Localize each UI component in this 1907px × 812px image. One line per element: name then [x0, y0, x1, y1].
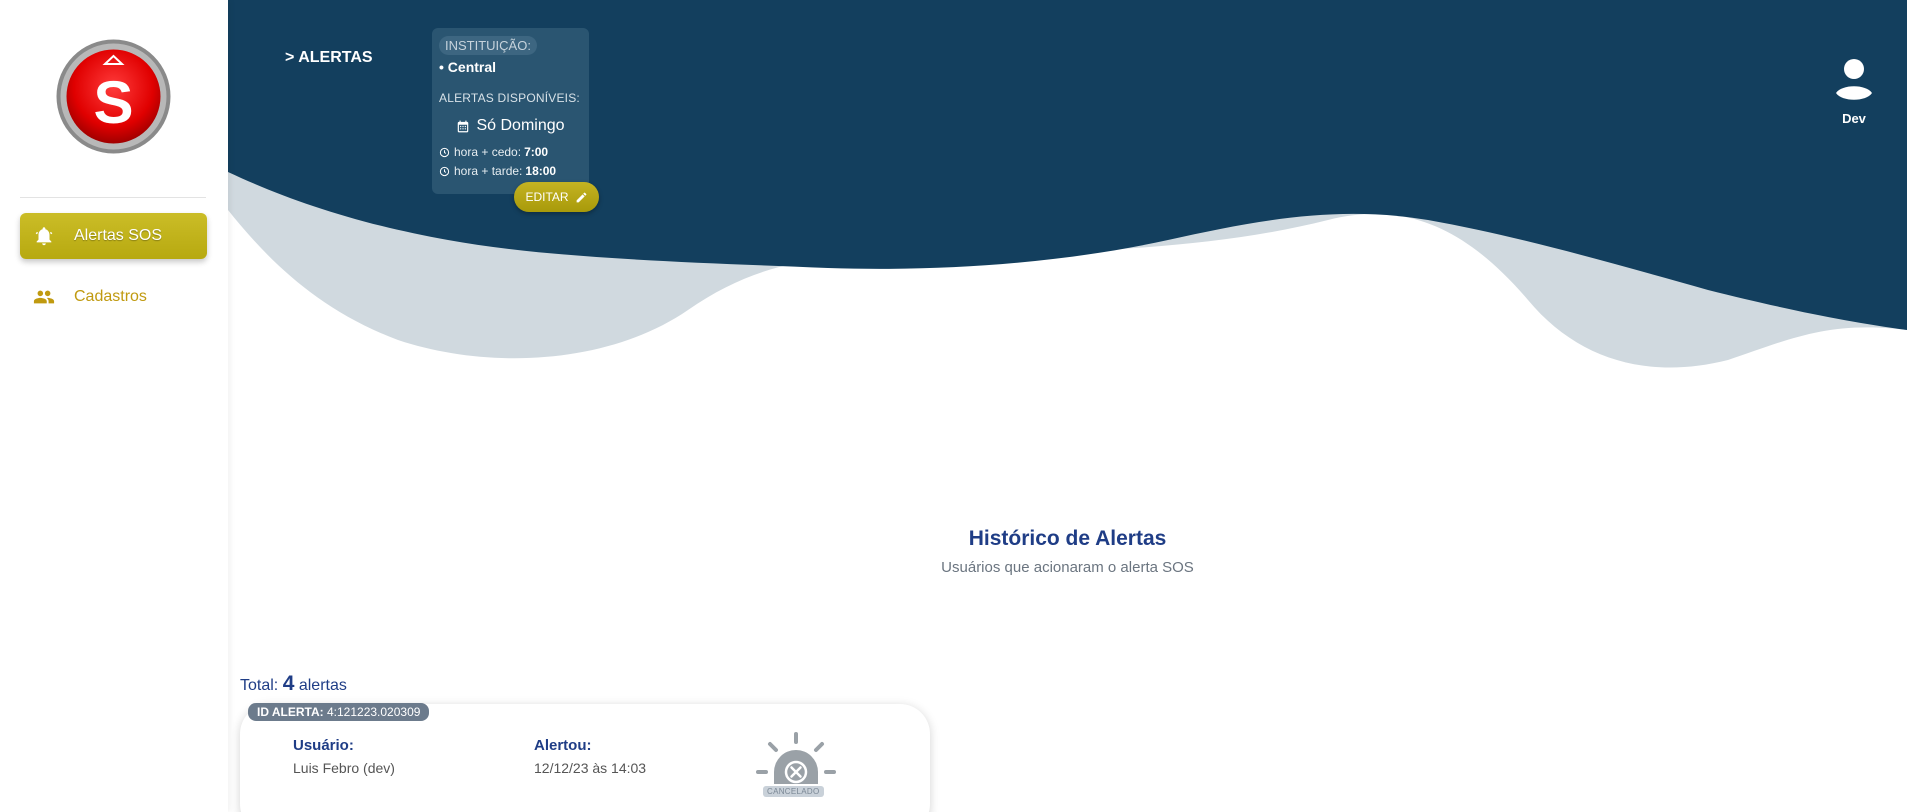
- alert-card[interactable]: ID ALERTA: 4:121223.020309 Usuário: Luis…: [240, 703, 930, 812]
- institution-badge: INSTITUIÇÃO:: [439, 36, 537, 55]
- edit-button[interactable]: EDITAR: [514, 182, 599, 212]
- early-hour-row: hora + cedo: 7:00: [439, 145, 582, 159]
- user-avatar-icon: [1836, 59, 1872, 100]
- alert-id-value: 4:121223.020309: [327, 705, 421, 719]
- sidebar-item-label: Cadastros: [74, 288, 147, 305]
- svg-text:S: S: [93, 69, 133, 136]
- total-prefix: Total:: [240, 677, 279, 694]
- clock-icon: [439, 166, 450, 176]
- alert-day-label: Só Domingo: [476, 117, 565, 134]
- alerts-available-label: ALERTAS DISPONÍVEIS:: [439, 91, 580, 105]
- bell-ring-icon: [32, 224, 56, 248]
- sidebar: S Alertas SOS Cadastros: [0, 0, 228, 812]
- institution-card: INSTITUIÇÃO: • Central ALERTAS DISPONÍVE…: [432, 28, 589, 194]
- clock-icon: [439, 147, 450, 157]
- alert-day: Só Domingo: [439, 117, 582, 135]
- alerted-label: Alertou:: [534, 737, 592, 754]
- total-count: Total: 4 alertas: [240, 672, 347, 696]
- page-title: Histórico de Alertas: [968, 527, 1167, 550]
- sidebar-item-label: Alertas SOS: [74, 227, 163, 244]
- sidebar-item-cadastros[interactable]: Cadastros: [20, 274, 207, 320]
- total-suffix: alertas: [298, 677, 347, 694]
- user-label: Usuário:: [293, 737, 354, 754]
- late-hour-value: 18:00: [525, 164, 557, 178]
- user-menu[interactable]: Dev: [1833, 58, 1875, 126]
- pencil-icon: [576, 192, 586, 202]
- sidebar-item-alertas-sos[interactable]: Alertas SOS: [20, 213, 207, 259]
- user-value: Luis Febro (dev): [293, 760, 395, 776]
- status-badge: CANCELADO: [763, 786, 824, 797]
- institution-name: • Central: [439, 59, 497, 75]
- breadcrumb: > ALERTAS: [285, 49, 373, 66]
- alert-id-badge: ID ALERTA: 4:121223.020309: [248, 703, 430, 721]
- edit-button-label: EDITAR: [525, 190, 569, 204]
- late-hour-row: hora + tarde: 18:00: [439, 164, 582, 178]
- early-hour-value: 7:00: [524, 145, 549, 159]
- total-number: 4: [282, 672, 295, 695]
- sos-logo[interactable]: S: [55, 38, 172, 155]
- calendar-icon: [458, 120, 469, 132]
- late-hour-label: hora + tarde:: [454, 164, 523, 178]
- user-name: Dev: [1842, 111, 1866, 126]
- early-hour-label: hora + cedo:: [454, 145, 522, 159]
- alert-id-label: ID ALERTA:: [257, 705, 324, 719]
- alerted-value: 12/12/23 às 14:03: [534, 760, 647, 776]
- page-subtitle: Usuários que acionaram o alerta SOS: [941, 559, 1194, 576]
- sidebar-divider: [20, 197, 206, 198]
- people-icon: [32, 285, 56, 309]
